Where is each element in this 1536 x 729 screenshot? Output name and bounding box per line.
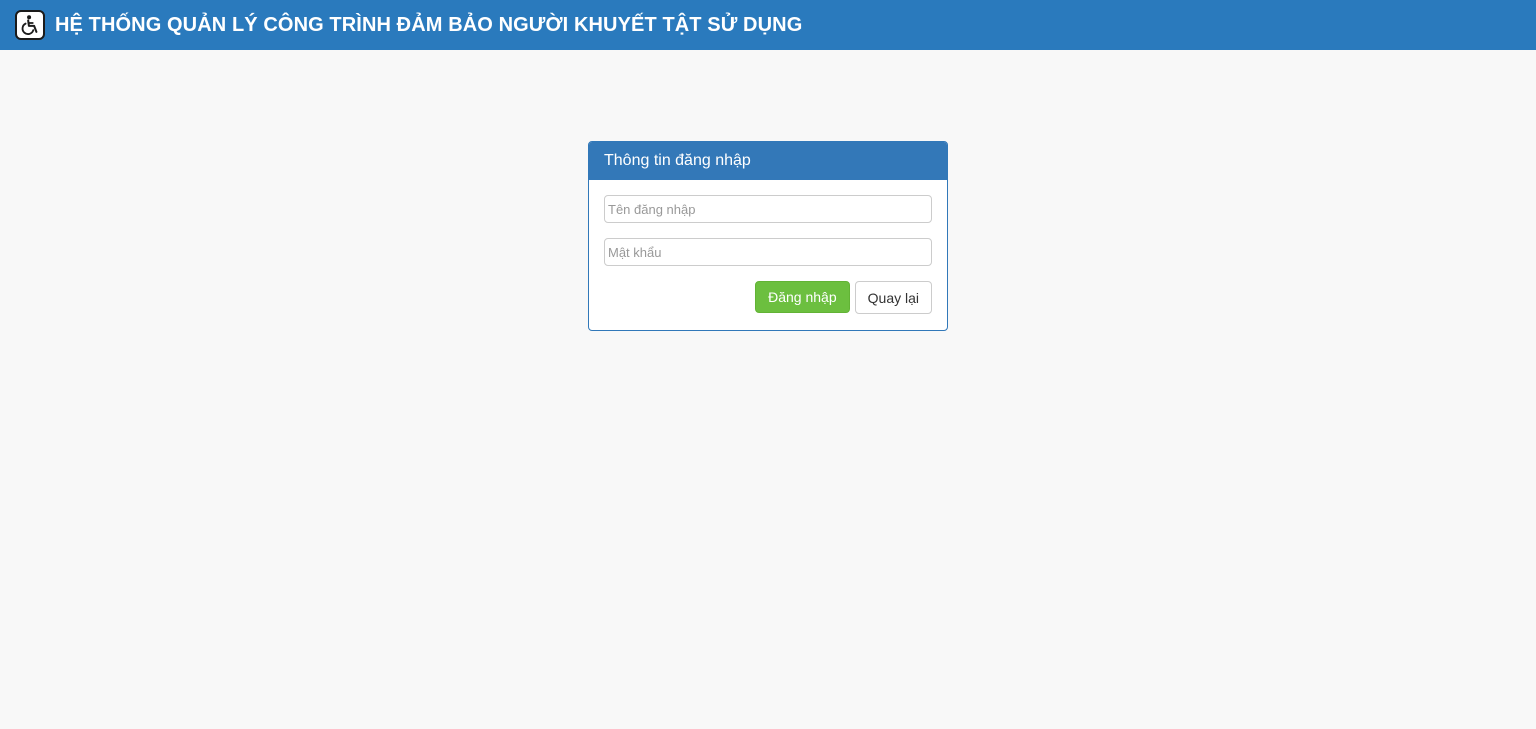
username-input[interactable] <box>604 195 932 223</box>
login-panel: Thông tin đăng nhập Đăng nhập Quay lại <box>588 141 948 331</box>
password-input[interactable] <box>604 238 932 266</box>
wheelchair-icon <box>15 10 45 40</box>
top-header-bar: HỆ THỐNG QUẢN LÝ CÔNG TRÌNH ĐẢM BẢO NGƯỜ… <box>0 0 1536 50</box>
app-title: HỆ THỐNG QUẢN LÝ CÔNG TRÌNH ĐẢM BẢO NGƯỜ… <box>55 13 803 36</box>
login-panel-body: Đăng nhập Quay lại <box>589 180 947 329</box>
login-actions: Đăng nhập Quay lại <box>604 281 932 314</box>
back-button[interactable]: Quay lại <box>854 281 932 314</box>
login-button[interactable]: Đăng nhập <box>755 281 850 313</box>
login-panel-heading: Thông tin đăng nhập <box>589 142 947 180</box>
